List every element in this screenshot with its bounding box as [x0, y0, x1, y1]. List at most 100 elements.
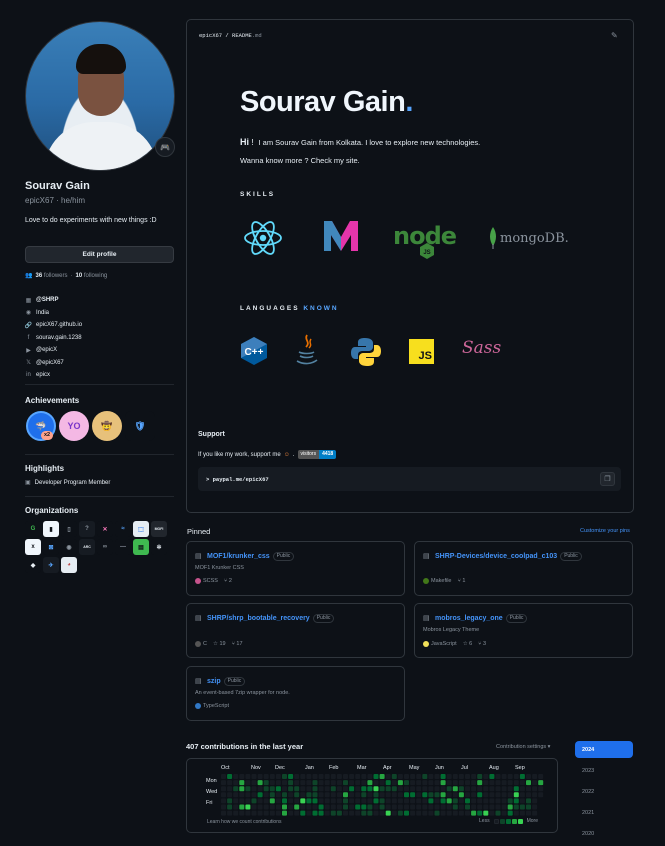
- detail-organization[interactable]: ▦ @SHRP: [25, 294, 82, 307]
- organization-avatar[interactable]: MOFI: [151, 521, 167, 537]
- contribution-day[interactable]: [391, 780, 397, 786]
- contribution-day[interactable]: [294, 798, 300, 804]
- contribution-day[interactable]: [367, 792, 373, 798]
- contribution-day[interactable]: [288, 804, 294, 810]
- contribution-day[interactable]: [233, 792, 239, 798]
- contribution-day[interactable]: [300, 804, 306, 810]
- followers-link[interactable]: 36 followers: [35, 273, 67, 279]
- contribution-day[interactable]: [324, 810, 330, 816]
- organization-avatar[interactable]: ▮: [43, 521, 59, 537]
- year-button[interactable]: 2020: [575, 825, 633, 842]
- contribution-day[interactable]: [483, 798, 489, 804]
- contribution-day[interactable]: [300, 810, 306, 816]
- contribution-day[interactable]: [257, 798, 263, 804]
- contribution-day[interactable]: [239, 780, 245, 786]
- repo-link[interactable]: mobros_legacy_one: [435, 615, 503, 622]
- contribution-day[interactable]: [513, 810, 519, 816]
- contribution-day[interactable]: [452, 810, 458, 816]
- organization-avatar[interactable]: ✲: [151, 539, 167, 555]
- contribution-day[interactable]: [538, 786, 544, 792]
- contribution-day[interactable]: [489, 786, 495, 792]
- contribution-day[interactable]: [318, 786, 324, 792]
- following-link[interactable]: 10 following: [76, 273, 108, 279]
- contribution-day[interactable]: [513, 792, 519, 798]
- contribution-day[interactable]: [385, 798, 391, 804]
- contribution-day[interactable]: [422, 780, 428, 786]
- contribution-day[interactable]: [489, 792, 495, 798]
- contribution-day[interactable]: [489, 798, 495, 804]
- contribution-day[interactable]: [300, 774, 306, 779]
- contribution-day[interactable]: [483, 810, 489, 816]
- contribution-day[interactable]: [519, 792, 525, 798]
- contribution-day[interactable]: [507, 774, 513, 779]
- contribution-day[interactable]: [367, 774, 373, 779]
- contribution-day[interactable]: [526, 810, 531, 816]
- contribution-day[interactable]: [233, 798, 239, 804]
- contribution-day[interactable]: [446, 810, 452, 816]
- contribution-day[interactable]: [526, 798, 531, 804]
- contribution-day[interactable]: [471, 810, 477, 816]
- contribution-day[interactable]: [269, 792, 275, 798]
- contribution-day[interactable]: [367, 804, 373, 810]
- contribution-day[interactable]: [440, 810, 446, 816]
- contribution-day[interactable]: [349, 810, 355, 816]
- achievement-pair-extraordinaire[interactable]: 🛡: [125, 411, 155, 441]
- contribution-day[interactable]: [379, 774, 385, 779]
- contribution-day[interactable]: [227, 780, 233, 786]
- repo-link[interactable]: szip: [207, 678, 221, 685]
- contribution-day[interactable]: [318, 792, 324, 798]
- contribution-day[interactable]: [513, 798, 519, 804]
- contribution-day[interactable]: [288, 780, 294, 786]
- contribution-day[interactable]: [263, 780, 269, 786]
- contribution-day[interactable]: [422, 798, 428, 804]
- contribution-day[interactable]: [434, 798, 440, 804]
- contribution-day[interactable]: [251, 804, 257, 810]
- contribution-day[interactable]: [343, 774, 348, 779]
- contribution-day[interactable]: [391, 798, 397, 804]
- contribution-day[interactable]: [294, 774, 300, 779]
- contribution-day[interactable]: [385, 810, 391, 816]
- contribution-day[interactable]: [422, 774, 428, 779]
- contribution-day[interactable]: [495, 810, 501, 816]
- contribution-day[interactable]: [275, 804, 281, 810]
- contribution-day[interactable]: [324, 774, 330, 779]
- contribution-day[interactable]: [404, 780, 409, 786]
- contribution-day[interactable]: [513, 780, 519, 786]
- contribution-day[interactable]: [410, 792, 416, 798]
- contribution-day[interactable]: [269, 774, 275, 779]
- contribution-day[interactable]: [434, 792, 440, 798]
- contribution-day[interactable]: [446, 798, 452, 804]
- contribution-day[interactable]: [349, 798, 355, 804]
- contribution-day[interactable]: [513, 774, 519, 779]
- contribution-day[interactable]: [373, 804, 379, 810]
- readme-knowmore[interactable]: Wanna know more ? Check my site.: [240, 156, 360, 165]
- contribution-day[interactable]: [513, 804, 519, 810]
- contribution-day[interactable]: [471, 792, 477, 798]
- contribution-day[interactable]: [434, 804, 440, 810]
- contribution-day[interactable]: [465, 810, 470, 816]
- contribution-day[interactable]: [465, 774, 470, 779]
- contribution-day[interactable]: [422, 810, 428, 816]
- contribution-day[interactable]: [233, 810, 239, 816]
- contribution-day[interactable]: [294, 786, 300, 792]
- contribution-day[interactable]: [294, 804, 300, 810]
- contribution-day[interactable]: [324, 786, 330, 792]
- contribution-day[interactable]: [434, 786, 440, 792]
- contribution-day[interactable]: [288, 792, 294, 798]
- contribution-day[interactable]: [477, 810, 483, 816]
- pinned-repo-card[interactable]: ▤ SHRP/shrp_bootable_recovery Public C ☆ 1…: [186, 603, 405, 658]
- contribution-day[interactable]: [336, 798, 342, 804]
- contribution-day[interactable]: [519, 786, 525, 792]
- organization-avatar[interactable]: ∞: [97, 539, 113, 555]
- contribution-day[interactable]: [275, 786, 281, 792]
- contribution-day[interactable]: [471, 798, 477, 804]
- contribution-day[interactable]: [251, 786, 257, 792]
- contribution-day[interactable]: [294, 810, 300, 816]
- contribution-day[interactable]: [416, 810, 422, 816]
- contribution-day[interactable]: [245, 786, 251, 792]
- contribution-day[interactable]: [404, 792, 409, 798]
- contribution-day[interactable]: [312, 798, 318, 804]
- contribution-day[interactable]: [538, 774, 544, 779]
- contribution-day[interactable]: [495, 780, 501, 786]
- contribution-day[interactable]: [391, 810, 397, 816]
